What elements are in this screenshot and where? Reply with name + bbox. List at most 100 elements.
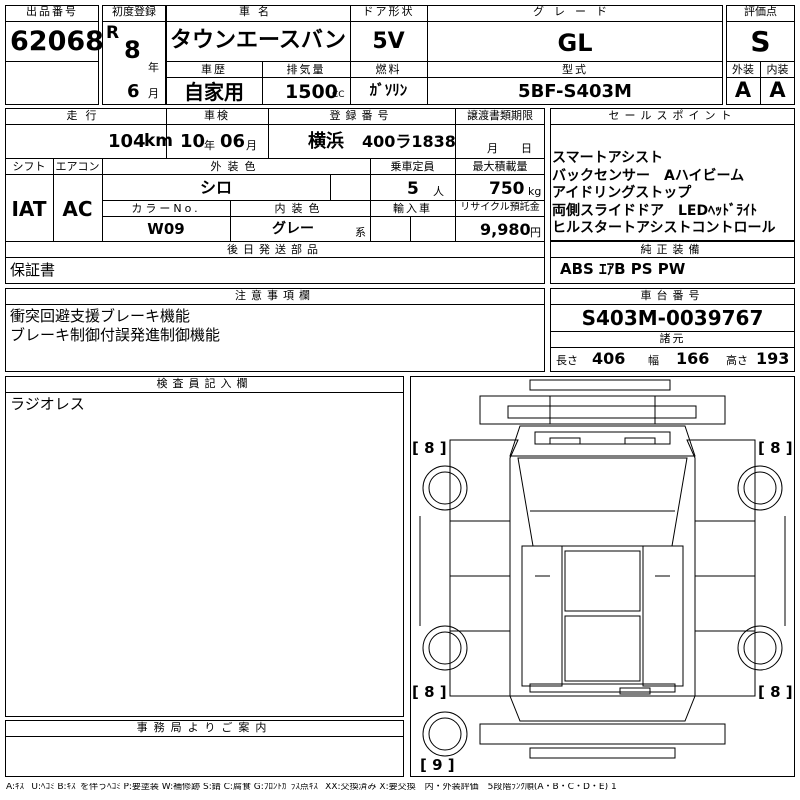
max-load-label: 最大積載量 (472, 160, 528, 173)
width: 166 (676, 349, 710, 368)
interior-grade: A (769, 78, 786, 102)
transfer-month-unit: 月 (487, 142, 498, 155)
max-load-unit: kg (528, 185, 542, 198)
interior-label: 内装 (766, 63, 789, 76)
year-unit: 年 (148, 61, 159, 74)
tire-rear-right: [ 8 ] (758, 683, 793, 701)
height: 193 (756, 349, 790, 368)
history: 自家用 (184, 80, 244, 104)
office-label: 事務局よりご案内 (136, 721, 273, 734)
inspection-label: 車検 (204, 109, 230, 122)
displacement-unit: CC (332, 90, 345, 100)
exterior-color-label: 外装色 (210, 160, 262, 173)
displacement-label: 排気量 (286, 63, 326, 76)
length: 406 (592, 349, 626, 368)
tire-front-right-value: 8 (770, 439, 781, 457)
rating-label: 評価点 (744, 5, 777, 18)
vehicle-damage-diagram (419, 379, 786, 759)
height-label: 高さ (726, 354, 748, 367)
capacity: 5 (407, 179, 419, 199)
registration-label: 登録番号 (329, 109, 394, 122)
first-reg-label: 初度登録 (112, 5, 156, 18)
registration-number: 400ラ1838 (362, 132, 456, 151)
tire-rear-right-value: 8 (770, 683, 781, 701)
lot-label: 出品番号 (26, 5, 78, 18)
chassis-number: S403M-0039767 (581, 306, 764, 330)
grade-label: グレード (533, 5, 617, 18)
door-type: 5V (372, 29, 405, 54)
month-unit: 月 (148, 87, 159, 100)
legend: A:ｷｽﾞ U:ﾍｺﾐ B:ｷｽﾞを伴うﾍｺﾐ P:要塗装 W:補修跡 S:錆 … (6, 783, 617, 792)
inspection-month: 06 (220, 131, 246, 152)
later-parts-label: 後日発送部品 (227, 243, 323, 256)
sales-list: スマートアシスト バックセンサー Aハイビーム アイドリングストップ 両側スライ… (552, 150, 795, 238)
grade: GL (557, 29, 593, 57)
name-label: 車名 (239, 5, 277, 18)
chassis-label: 車台番号 (640, 289, 705, 302)
notes-label: 注意事項欄 (235, 289, 315, 302)
history-label: 車歴 (201, 63, 227, 76)
overall-rating: S (750, 25, 771, 58)
inspector-box (5, 376, 404, 717)
inspection-year-unit: 年 (204, 139, 215, 152)
sales-item: バックセンサー Aハイビーム (552, 167, 745, 184)
capacity-unit: 人 (433, 185, 444, 198)
lot-number: 62068 (10, 26, 104, 57)
later-parts: 保証書 (10, 261, 56, 279)
first-reg-year: 8 (124, 36, 141, 64)
width-label: 幅 (648, 354, 659, 367)
door-label: ドア形状 (362, 5, 415, 18)
tire-front-left-value: 8 (424, 439, 435, 457)
first-reg-month: 6 (127, 81, 140, 102)
interior-color-unit: 系 (355, 226, 366, 239)
model-code: 5BF-S403M (518, 81, 632, 102)
color-number-label: カラーNo. (131, 202, 201, 215)
sales-label: セールスポイント (608, 109, 737, 122)
shift: IAT (11, 197, 47, 221)
era: R (106, 23, 120, 43)
mileage: 104 (108, 131, 146, 152)
mileage-label: 走行 (66, 109, 105, 122)
shift-label: シフト (12, 160, 46, 173)
exterior-color: シロ (199, 178, 232, 197)
inspection-month-unit: 月 (246, 139, 257, 152)
tire-front-right: [ 8 ] (758, 439, 793, 457)
inspector-label: 検査員記入欄 (156, 377, 253, 390)
sales-item: 両側スライドドア LEDﾍｯﾄﾞﾗｲﾄ (552, 202, 758, 219)
air-conditioner: AC (62, 197, 93, 221)
exterior-label: 外装 (732, 63, 754, 76)
car-name: タウンエースバン (169, 28, 346, 53)
tire-rear-left: [ 8 ] (412, 683, 447, 701)
import-label: 輸入車 (393, 202, 432, 215)
inspector-notes: ラジオレス (10, 395, 85, 413)
recycle-label: リサイクル預託金 (460, 202, 540, 213)
dims-label: 諸元 (659, 332, 686, 345)
color-number: W09 (147, 220, 185, 238)
spare-tire: [ 9 ] (420, 756, 455, 774)
exterior-grade: A (734, 78, 752, 102)
mileage-unit: km (144, 131, 174, 151)
transfer-day-unit: 日 (521, 142, 532, 155)
spare-tire-value: 9 (432, 756, 443, 774)
max-load: 750 (489, 179, 525, 199)
tire-front-left: [ 8 ] (412, 439, 447, 457)
ac-label: エアコン (55, 160, 100, 173)
notes-line: 衝突回避支援ブレーキ機能 (10, 307, 191, 325)
inspection-year: 10 (180, 131, 206, 152)
fuel: ｶﾞｿﾘﾝ (369, 81, 408, 99)
sales-item: アイドリングストップ (552, 185, 692, 201)
fuel-label: 燃料 (375, 63, 402, 76)
interior-color: グレー (272, 221, 314, 237)
notes-line: ブレーキ制御付誤発進制御機能 (10, 326, 221, 344)
registration-area: 横浜 (308, 131, 344, 152)
transfer-label: 譲渡書類期限 (467, 109, 533, 122)
interior-color-label: 内装色 (274, 202, 326, 215)
genuine-equipment: ABS ｴｱB PS PW (560, 260, 686, 278)
recycle-fee: 9,980 (480, 220, 531, 239)
sales-item: ヒルスタートアシストコントロール (552, 220, 776, 236)
length-label: 長さ (556, 354, 578, 367)
recycle-unit: 円 (530, 226, 541, 239)
genuine-label: 純正装備 (640, 243, 705, 256)
sales-item: スマートアシスト (552, 150, 664, 166)
tire-rear-left-value: 8 (424, 683, 435, 701)
